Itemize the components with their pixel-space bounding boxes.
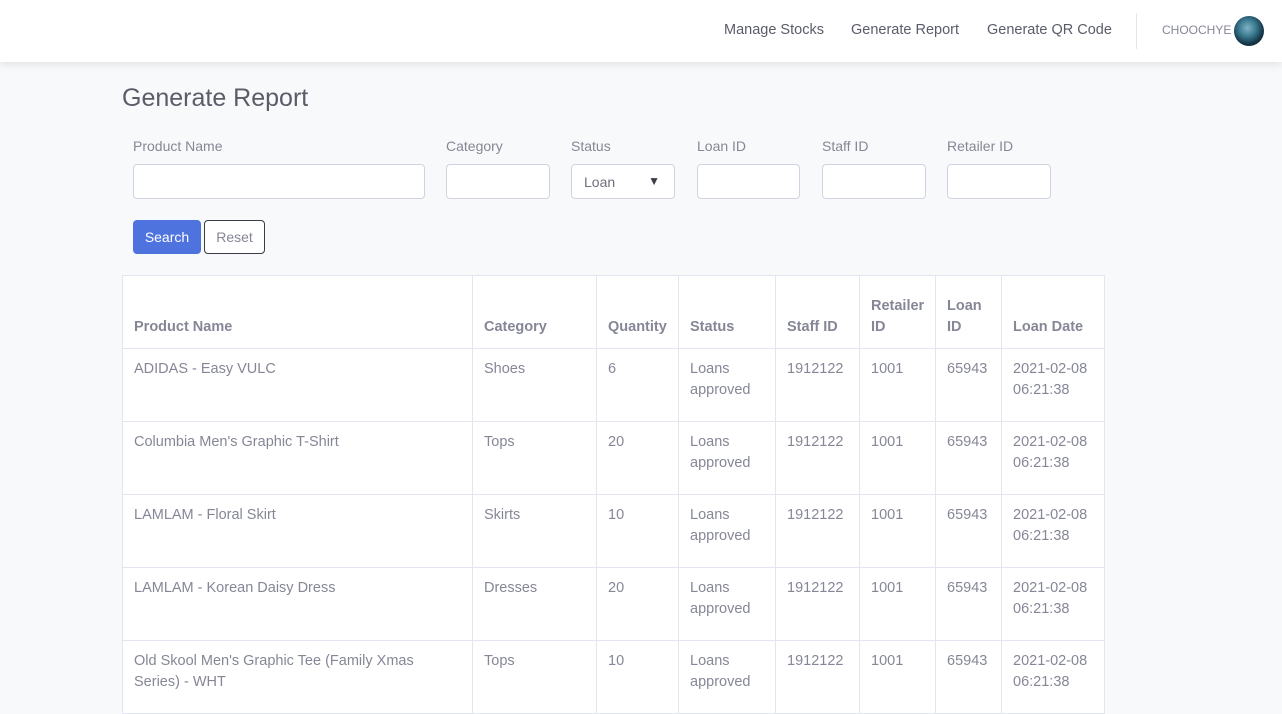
cell-category: Tops xyxy=(472,640,597,714)
table-header-row: Product Name Category Quantity Status St… xyxy=(122,275,1105,349)
cell-product-name: LAMLAM - Korean Daisy Dress xyxy=(122,567,473,641)
cell-status: Loans approved xyxy=(678,421,776,495)
header-staff-id[interactable]: Staff ID xyxy=(775,275,860,349)
nav-divider xyxy=(1136,13,1137,49)
loan-id-input[interactable] xyxy=(697,164,800,199)
category-input[interactable] xyxy=(446,164,550,199)
search-button[interactable]: Search xyxy=(133,220,201,254)
cell-retailer-id: 1001 xyxy=(859,494,936,568)
cell-product-name: Columbia Men's Graphic T-Shirt xyxy=(122,421,473,495)
cell-loan-id: 65943 xyxy=(935,494,1002,568)
header-loan-id[interactable]: Loan ID xyxy=(935,275,1002,349)
cell-retailer-id: 1001 xyxy=(859,567,936,641)
cell-product-name: ADIDAS - Easy VULC xyxy=(122,348,473,422)
staff-id-input[interactable] xyxy=(822,164,926,199)
cell-quantity: 10 xyxy=(596,494,679,568)
loan-id-label: Loan ID xyxy=(697,138,747,154)
retailer-id-input[interactable] xyxy=(947,164,1051,199)
cell-staff-id: 1912122 xyxy=(775,567,860,641)
table-row: LAMLAM - Korean Daisy Dress Dresses 20 L… xyxy=(122,567,1105,641)
status-label: Status xyxy=(571,138,611,154)
status-select[interactable]: Loan ▼ xyxy=(571,164,675,199)
cell-category: Dresses xyxy=(472,567,597,641)
cell-product-name: Old Skool Men's Graphic Tee (Family Xmas… xyxy=(122,640,473,714)
product-name-input[interactable] xyxy=(133,164,425,199)
report-table: Product Name Category Quantity Status St… xyxy=(122,275,1105,714)
cell-quantity: 20 xyxy=(596,421,679,495)
table-row: Old Skool Men's Graphic Tee (Family Xmas… xyxy=(122,640,1105,714)
cell-loan-date: 2021-02-08 06:21:38 xyxy=(1001,421,1105,495)
cell-quantity: 6 xyxy=(596,348,679,422)
cell-quantity: 20 xyxy=(596,567,679,641)
cell-quantity: 10 xyxy=(596,640,679,714)
cell-status: Loans approved xyxy=(678,567,776,641)
header-status[interactable]: Status xyxy=(678,275,776,349)
username-label[interactable]: CHOOCHYE xyxy=(1162,23,1231,37)
reset-button[interactable]: Reset xyxy=(204,220,265,254)
cell-status: Loans approved xyxy=(678,494,776,568)
cell-staff-id: 1912122 xyxy=(775,494,860,568)
table-row: Columbia Men's Graphic T-Shirt Tops 20 L… xyxy=(122,421,1105,495)
cell-loan-date: 2021-02-08 06:21:38 xyxy=(1001,567,1105,641)
cell-loan-id: 65943 xyxy=(935,567,1002,641)
cell-loan-id: 65943 xyxy=(935,421,1002,495)
nav-generate-qr-code[interactable]: Generate QR Code xyxy=(987,22,1112,38)
header-loan-date[interactable]: Loan Date xyxy=(1001,275,1105,349)
caret-down-icon: ▼ xyxy=(648,174,660,188)
cell-retailer-id: 1001 xyxy=(859,348,936,422)
cell-loan-id: 65943 xyxy=(935,348,1002,422)
cell-staff-id: 1912122 xyxy=(775,348,860,422)
avatar[interactable] xyxy=(1234,16,1264,46)
category-label: Category xyxy=(446,138,503,154)
cell-retailer-id: 1001 xyxy=(859,640,936,714)
header-category[interactable]: Category xyxy=(472,275,597,349)
header-product-name[interactable]: Product Name xyxy=(122,275,473,349)
staff-id-label: Staff ID xyxy=(822,138,869,154)
cell-category: Tops xyxy=(472,421,597,495)
table-row: ADIDAS - Easy VULC Shoes 6 Loans approve… xyxy=(122,348,1105,422)
status-select-value: Loan xyxy=(584,174,616,190)
nav-manage-stocks[interactable]: Manage Stocks xyxy=(724,22,824,38)
top-navbar: Manage Stocks Generate Report Generate Q… xyxy=(0,0,1282,62)
cell-product-name: LAMLAM - Floral Skirt xyxy=(122,494,473,568)
cell-staff-id: 1912122 xyxy=(775,640,860,714)
retailer-id-label: Retailer ID xyxy=(947,138,1014,154)
cell-status: Loans approved xyxy=(678,348,776,422)
cell-category: Shoes xyxy=(472,348,597,422)
cell-category: Skirts xyxy=(472,494,597,568)
cell-staff-id: 1912122 xyxy=(775,421,860,495)
table-row: LAMLAM - Floral Skirt Skirts 10 Loans ap… xyxy=(122,494,1105,568)
cell-loan-date: 2021-02-08 06:21:38 xyxy=(1001,348,1105,422)
cell-loan-date: 2021-02-08 06:21:38 xyxy=(1001,494,1105,568)
product-name-label: Product Name xyxy=(133,138,223,154)
cell-status: Loans approved xyxy=(678,640,776,714)
cell-loan-date: 2021-02-08 06:21:38 xyxy=(1001,640,1105,714)
header-quantity[interactable]: Quantity xyxy=(596,275,679,349)
page-title: Generate Report xyxy=(122,84,309,112)
cell-retailer-id: 1001 xyxy=(859,421,936,495)
cell-loan-id: 65943 xyxy=(935,640,1002,714)
header-retailer-id[interactable]: Retailer ID xyxy=(859,275,936,349)
nav-generate-report[interactable]: Generate Report xyxy=(851,22,959,38)
